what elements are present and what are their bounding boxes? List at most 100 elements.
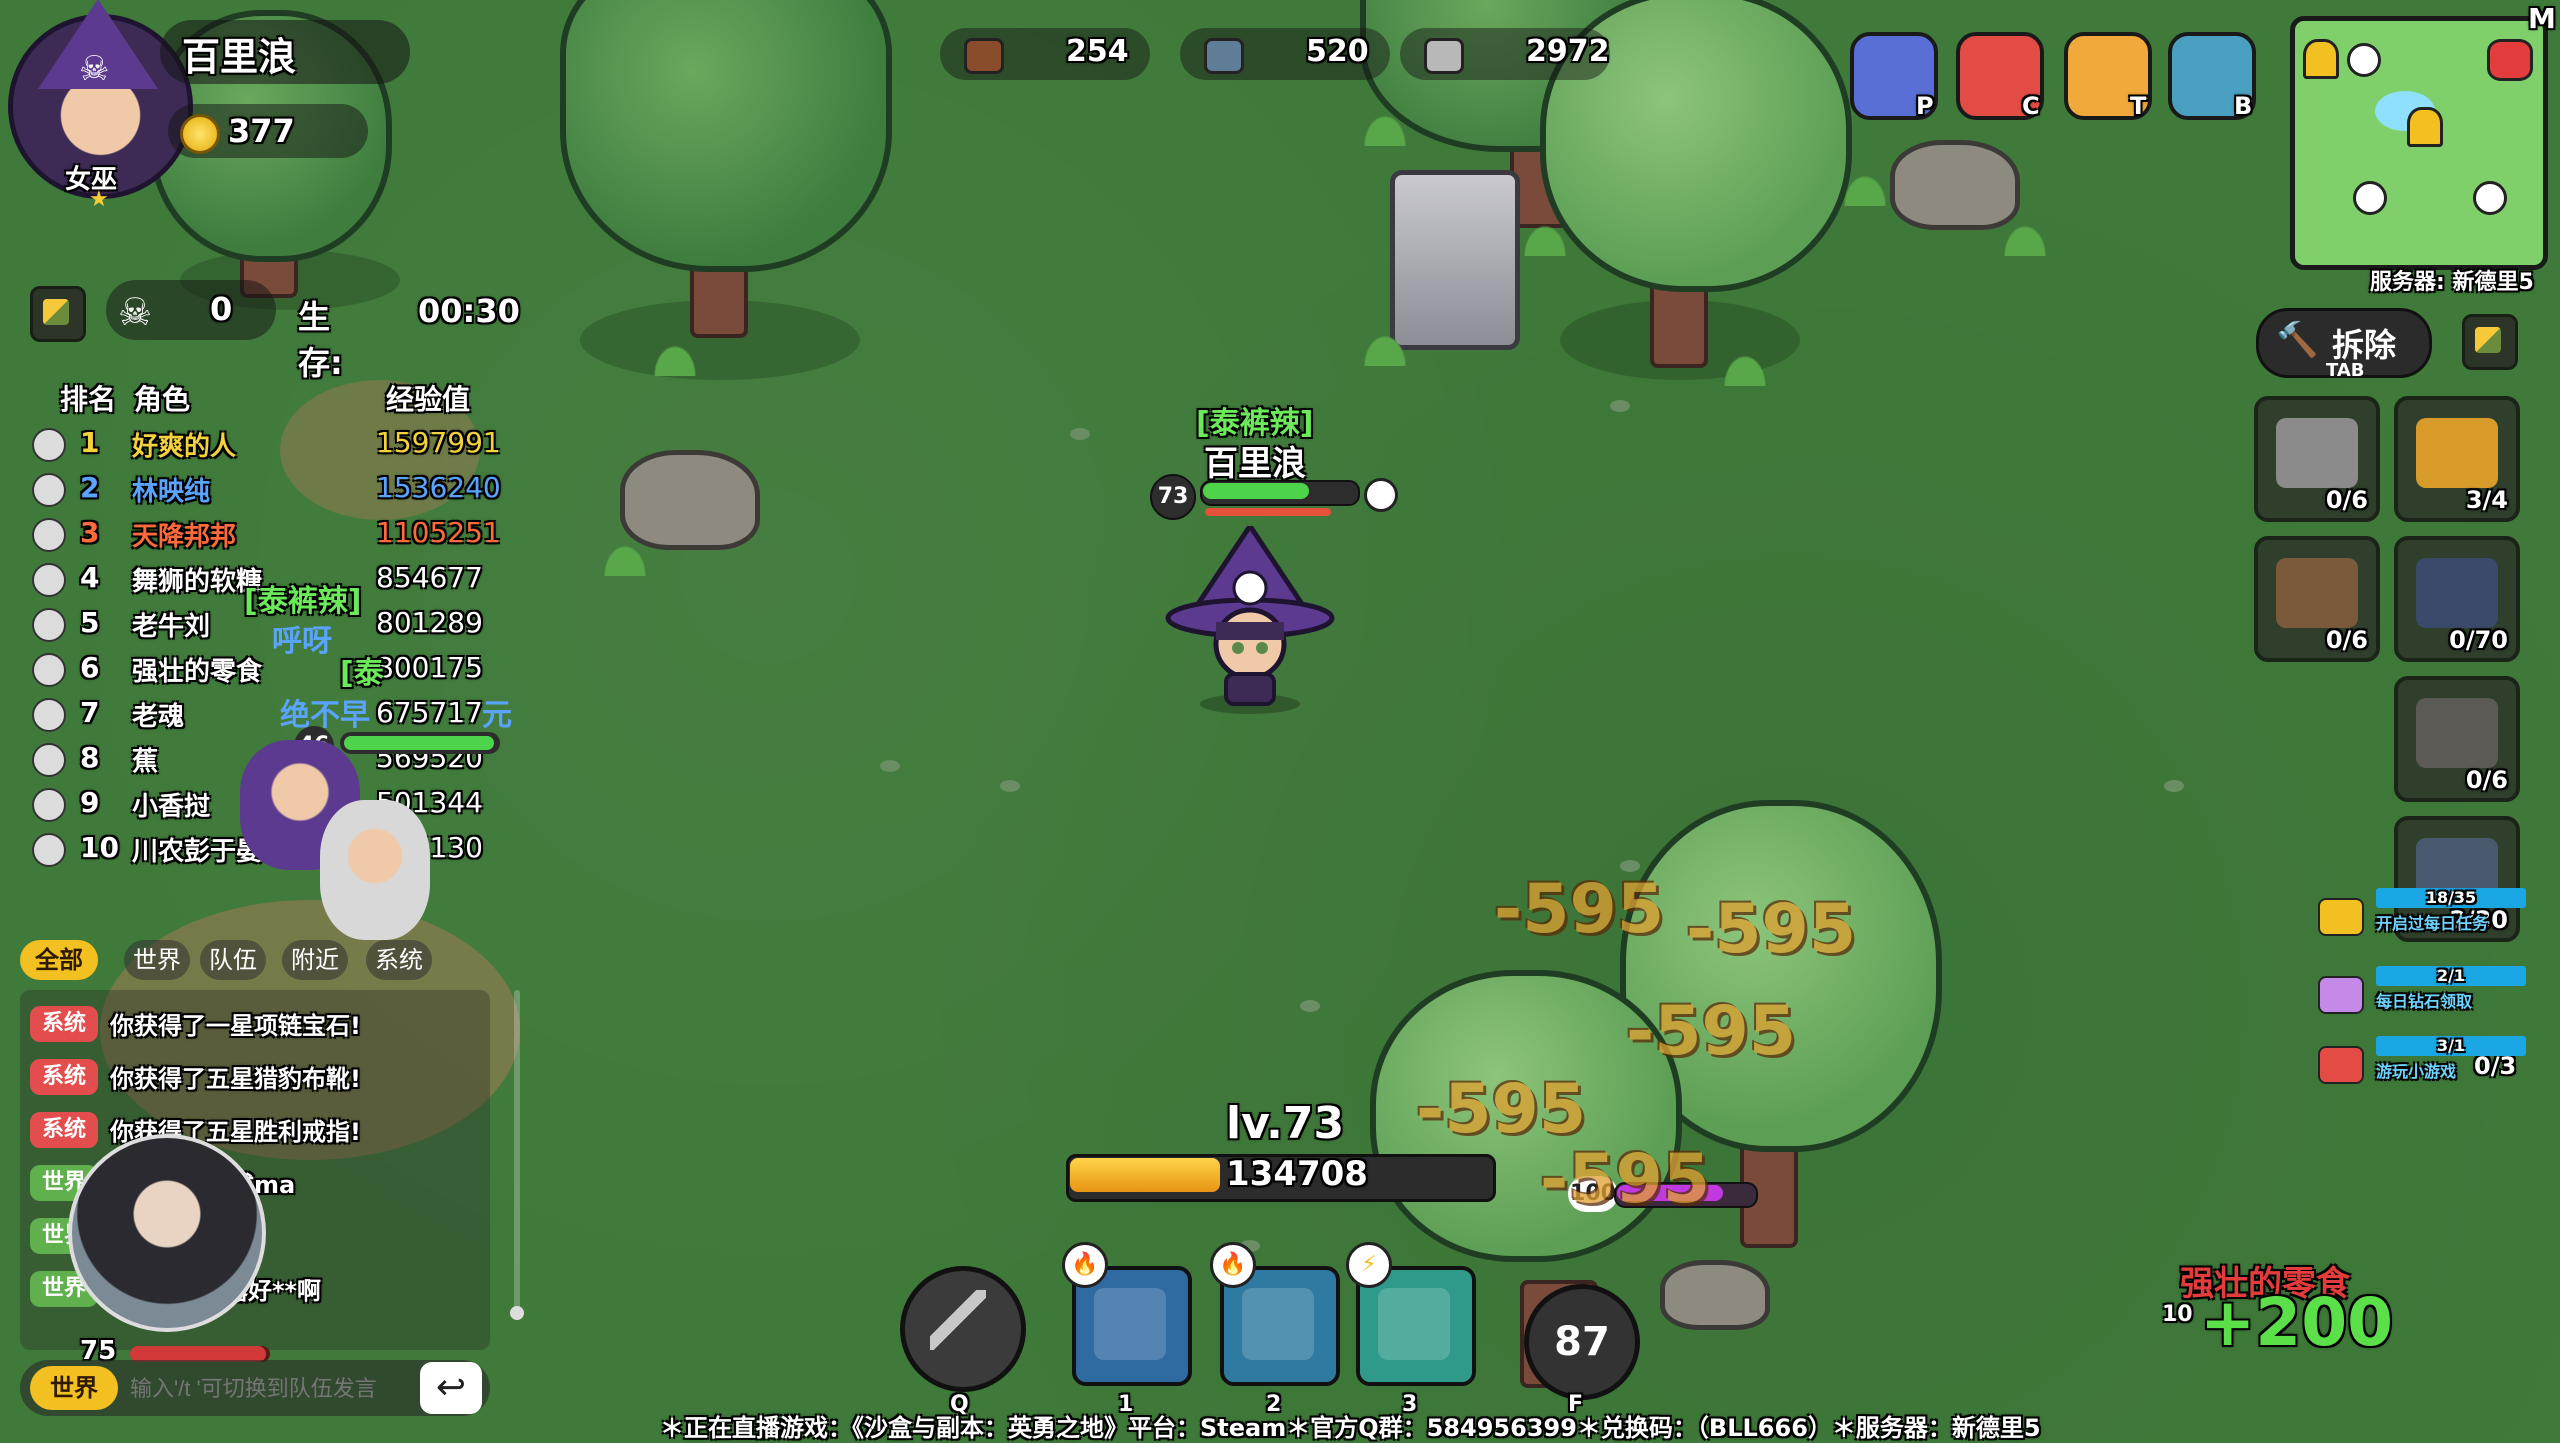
build-slot-stone-wall[interactable]: 0/70 [2394, 536, 2520, 662]
chat-channel-badge: 系统 [30, 1006, 98, 1042]
grass-tuft [650, 340, 700, 376]
skull-kill-icon: ☠ [118, 290, 153, 334]
quest-name: 每日钻石领取 [2376, 992, 2473, 1011]
pebble [1070, 428, 1090, 440]
build-slot-campfire[interactable]: 3/4 [2394, 396, 2520, 522]
player-avatar-icon [32, 698, 66, 732]
gold-amount: 377 [228, 112, 295, 150]
leaderboard-rank: 8 [80, 741, 100, 774]
self-hp-fill [1203, 483, 1309, 499]
self-emote-icon[interactable] [1364, 478, 1398, 512]
grass-tuft [2000, 220, 2050, 256]
fire-staff-icon [1094, 1288, 1166, 1360]
edit-layout-icon[interactable] [30, 286, 86, 342]
build-slot-count: 0/70 [2449, 626, 2508, 654]
grass-tuft [1360, 330, 1410, 366]
leaderboard-exp: 1536240 [376, 471, 501, 504]
leaderboard-name: 老牛刘 [132, 612, 211, 642]
stone-icon [1204, 38, 1244, 74]
resource-value: 2972 [1526, 34, 1610, 69]
self-level-badge: 73 [1150, 474, 1196, 520]
pebble [880, 760, 900, 772]
leaderboard-header-rank: 排名 [60, 383, 117, 416]
other-player-knight[interactable] [320, 800, 430, 940]
pebble [2164, 780, 2184, 792]
player-avatar-icon [32, 788, 66, 822]
damage-number: -595 [1540, 1140, 1711, 1219]
chat-send-icon[interactable]: ↩ [420, 1362, 482, 1414]
pickaxe-icon [930, 1290, 986, 1350]
minimap-marker-icon [2473, 181, 2507, 215]
xp-value: 134708 [1226, 1154, 1368, 1194]
self-witch-sprite[interactable] [1160, 526, 1340, 716]
skill-cooldown[interactable]: 87 [1524, 1284, 1640, 1400]
chat-tab-4[interactable]: 系统 [366, 940, 432, 980]
damage-number: -595 [1626, 992, 1797, 1071]
pebble [1000, 780, 1020, 792]
stone-crystal[interactable] [1390, 170, 1520, 350]
edit-build-icon[interactable] [2462, 314, 2518, 370]
streamer-camera [68, 1134, 266, 1332]
leaderboard-name: 强壮的零食 [132, 657, 263, 687]
menu-hotkey: T [2130, 92, 2147, 120]
leaderboard-name: 老魂 [132, 702, 185, 732]
chat-input[interactable] [128, 1368, 432, 1410]
chat-tab-0[interactable]: 全部 [20, 940, 98, 980]
hammer-icon: 🔨 [2276, 320, 2319, 360]
build-slot-base-upgrade[interactable]: 0/6 [2254, 396, 2380, 522]
player-avatar-icon [32, 473, 66, 507]
build-slot-count: 0/6 [2325, 486, 2368, 514]
chat-channel-select[interactable]: 世界 [30, 1366, 118, 1410]
resource-value: 520 [1306, 34, 1369, 69]
npc-hp-fill [344, 736, 494, 750]
rock[interactable] [1660, 1260, 1770, 1330]
chat-text: 你获得了五星猎豹布靴! [110, 1065, 361, 1093]
chat-scroll-thumb[interactable] [510, 1306, 524, 1320]
chat-tab-1[interactable]: 世界 [124, 940, 190, 980]
survive-label: 生存: [298, 298, 343, 382]
damage-number: -595 [1416, 1070, 1587, 1149]
player-avatar-icon [32, 563, 66, 597]
leaderboard-name: 蕉 [132, 747, 159, 777]
player-name: 百里浪 [182, 35, 297, 79]
leaderboard-rank: 5 [80, 606, 100, 639]
kill-count: 0 [210, 290, 233, 328]
other-player-shout: 元 [482, 698, 512, 733]
chat-tab-2[interactable]: 队伍 [200, 940, 266, 980]
leaderboard-rank: 9 [80, 786, 100, 819]
minimap-player-icon [2407, 107, 2443, 147]
grass-tuft [600, 540, 650, 576]
other-player-guild: [泰裤辣] [244, 584, 362, 619]
self-name-tag: 百里浪 [1204, 444, 1306, 484]
map-hotkey: M [2528, 2, 2556, 35]
rock[interactable] [1890, 140, 2020, 230]
rocket-icon[interactable] [2318, 1046, 2364, 1084]
base-upgrade-icon [2276, 418, 2358, 488]
damage-number: -595 [1686, 890, 1857, 969]
leaderboard-name: 小香挝 [132, 792, 211, 822]
quest-name: 开启过每日任务 [2376, 914, 2489, 933]
leaderboard-header-role: 角色 [134, 383, 191, 416]
minimap-marker-icon [2347, 43, 2381, 77]
build-slot-trap[interactable]: 0/6 [2254, 536, 2380, 662]
leaderboard-rank: 3 [80, 516, 100, 549]
leaderboard-name: 好爽的人 [132, 432, 237, 462]
minimap-boss-icon [2487, 39, 2533, 81]
level-label: lv.73 [1226, 1098, 1345, 1149]
build-slot-gate[interactable]: 0/6 [2394, 676, 2520, 802]
leaderboard-exp: 800175 [376, 651, 483, 684]
chat-scrollbar[interactable] [514, 990, 520, 1320]
gem-icon[interactable] [2318, 976, 2364, 1014]
rock[interactable] [620, 450, 760, 550]
leaderboard-rank: 10 [80, 831, 119, 864]
leaderboard-rank: 7 [80, 696, 100, 729]
leaderboard-rank: 6 [80, 651, 100, 684]
leaderboard-exp: 1597991 [376, 426, 501, 459]
grass-tuft [1720, 350, 1770, 386]
chat-tab-3[interactable]: 附近 [282, 940, 348, 980]
leaderboard-exp: 1105251 [376, 516, 501, 549]
fire-tag-icon: 🔥 [1062, 1242, 1108, 1288]
minimap[interactable] [2290, 16, 2548, 270]
ticket-icon[interactable] [2318, 898, 2364, 936]
ice-spear-icon [1242, 1288, 1314, 1360]
